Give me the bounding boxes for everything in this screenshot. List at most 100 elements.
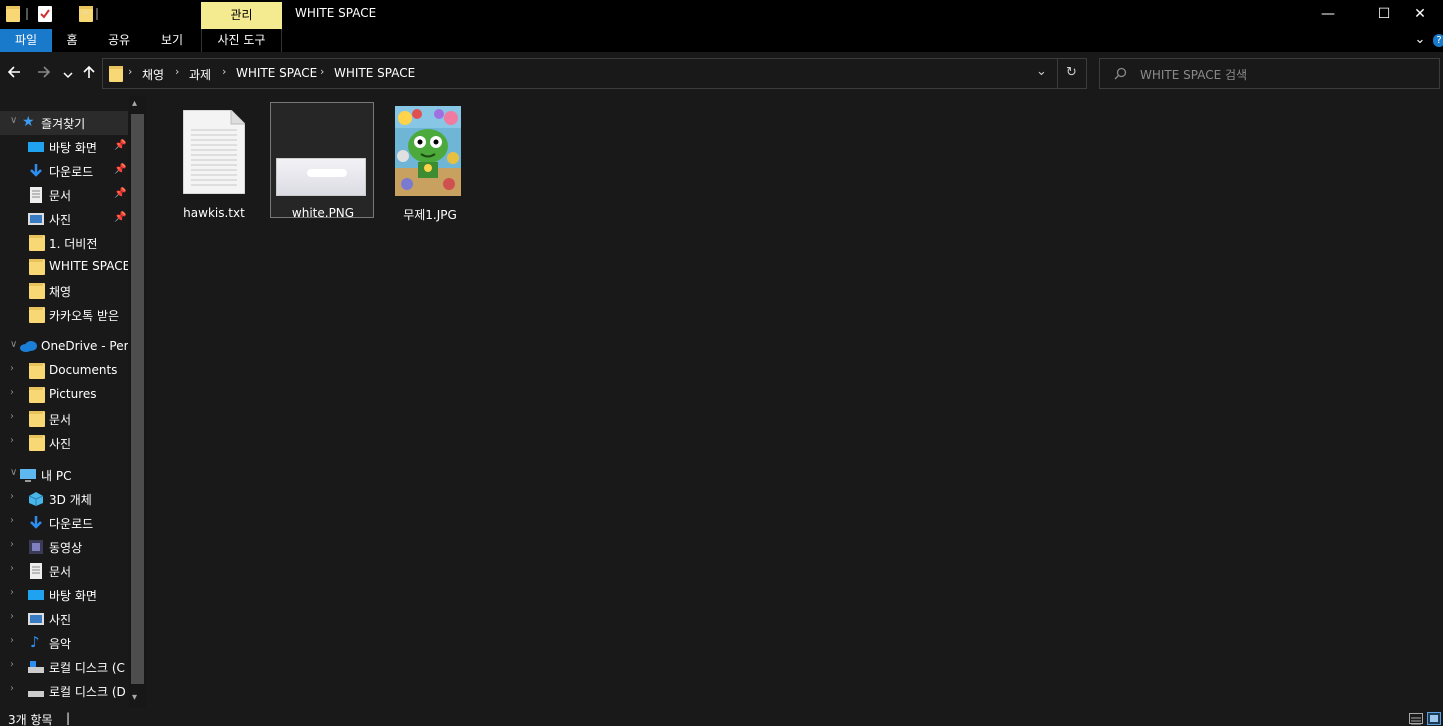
folder-icon — [29, 363, 45, 379]
nav-item-downloads[interactable]: › 다운로드 — [0, 511, 128, 535]
address-bar[interactable]: › 채영 › 과제 › WHITE SPACE › WHITE SPACE ⌄ … — [102, 58, 1087, 89]
nav-label: 문서 — [49, 413, 72, 427]
nav-item-documents[interactable]: › 문서 — [0, 559, 128, 583]
scroll-thumb[interactable] — [131, 114, 144, 684]
nav-label: 바탕 화면 — [49, 141, 97, 155]
nav-item-music[interactable]: › ♪ 음악 — [0, 631, 128, 655]
chevron-right-icon[interactable]: › — [10, 659, 14, 670]
chevron-right-icon[interactable]: › — [10, 539, 14, 550]
nav-item-folder[interactable]: › 사진 — [0, 431, 128, 455]
nav-item-folder[interactable]: 채영 — [0, 279, 128, 303]
chevron-right-icon[interactable]: › — [10, 635, 14, 646]
chevron-down-icon[interactable]: ∨ — [10, 115, 17, 126]
file-name: white.PNG — [291, 206, 355, 220]
nav-this-pc[interactable]: ∨ 내 PC — [0, 463, 128, 487]
file-item[interactable]: hawkis.txt — [162, 102, 266, 220]
chevron-right-icon[interactable]: › — [175, 65, 179, 78]
nav-label: 1. 더비전 — [49, 237, 98, 251]
chevron-right-icon[interactable]: › — [10, 491, 14, 502]
chevron-right-icon[interactable]: › — [10, 387, 14, 398]
breadcrumb-item[interactable]: 과제 — [189, 66, 211, 83]
search-input[interactable]: WHITE SPACE 검색 — [1140, 66, 1247, 83]
nav-label: 사진 — [49, 213, 72, 227]
scroll-down-icon[interactable]: ▾ — [132, 692, 137, 703]
file-item-selected[interactable]: white.PNG — [270, 102, 374, 220]
tab-view[interactable]: 보기 — [151, 29, 193, 52]
chevron-down-icon[interactable]: ∨ — [10, 467, 17, 478]
recent-locations-icon[interactable] — [63, 65, 73, 84]
pin-icon[interactable]: 📌 — [114, 164, 126, 175]
navpane-scrollbar[interactable]: ▴ ▾ — [129, 96, 146, 708]
nav-quick-access[interactable]: ∨ ★ 즐겨찾기 — [0, 111, 128, 135]
nav-item-3d-objects[interactable]: › 3D 개체 — [0, 487, 128, 511]
navigation-pane: ∨ ★ 즐겨찾기 바탕 화면 📌 다운로드 📌 문서 📌 사진 📌 1. 더비전… — [0, 96, 146, 708]
chevron-right-icon[interactable]: › — [320, 65, 324, 78]
chevron-down-icon[interactable]: ∨ — [10, 339, 17, 350]
forward-icon[interactable] — [37, 64, 51, 83]
chevron-right-icon[interactable]: › — [10, 563, 14, 574]
nav-label: Documents — [49, 363, 118, 377]
nav-label: 사진 — [49, 437, 72, 451]
address-dropdown-icon[interactable]: ⌄ — [1036, 64, 1047, 79]
chevron-right-icon[interactable]: › — [10, 587, 14, 598]
close-button[interactable]: ✕ — [1397, 0, 1443, 29]
nav-item-folder[interactable]: › Documents — [0, 359, 128, 383]
nav-onedrive[interactable]: ∨ OneDrive - Perso — [0, 335, 128, 359]
nav-item-downloads[interactable]: 다운로드 📌 — [0, 159, 128, 183]
minimize-button[interactable]: — — [1305, 0, 1351, 29]
details-view-icon[interactable] — [1409, 713, 1423, 725]
refresh-icon[interactable]: ↻ — [1066, 65, 1077, 80]
large-icons-view-icon[interactable] — [1427, 712, 1441, 725]
qat-dropdown-icon[interactable]: ⌄ — [81, 6, 89, 17]
chevron-right-icon[interactable]: › — [10, 611, 14, 622]
nav-label: 사진 — [49, 613, 72, 627]
text-file-icon — [182, 109, 246, 195]
chevron-right-icon[interactable]: › — [10, 363, 14, 374]
help-icon[interactable]: ? — [1433, 34, 1443, 47]
nav-item-videos[interactable]: › 동영상 — [0, 535, 128, 559]
breadcrumb-item[interactable]: WHITE SPACE — [334, 66, 415, 80]
folder-icon[interactable] — [6, 6, 20, 22]
tab-home[interactable]: 홈 — [56, 29, 88, 52]
back-icon[interactable] — [7, 64, 21, 83]
pin-icon[interactable]: 📌 — [114, 188, 126, 199]
nav-item-folder[interactable]: › Pictures — [0, 383, 128, 407]
chevron-right-icon[interactable]: › — [128, 65, 132, 78]
chevron-right-icon[interactable]: › — [10, 435, 14, 446]
nav-item-drive-d[interactable]: › 로컬 디스크 (D — [0, 679, 128, 703]
status-separator: | — [66, 711, 71, 725]
ribbon-expand-icon[interactable]: ⌄ — [1412, 29, 1428, 52]
nav-item-pictures[interactable]: › 사진 — [0, 607, 128, 631]
search-box[interactable]: WHITE SPACE 검색 — [1099, 58, 1440, 89]
properties-icon[interactable] — [38, 6, 52, 22]
tab-file[interactable]: 파일 — [0, 29, 52, 52]
nav-item-folder[interactable]: WHITE SPACE — [0, 255, 128, 279]
folder-icon — [29, 411, 45, 427]
context-tab-group-label: 관리 — [201, 2, 282, 29]
nav-item-folder[interactable]: 1. 더비전 — [0, 231, 128, 255]
download-icon — [28, 515, 44, 531]
pin-icon[interactable]: 📌 — [114, 140, 126, 151]
scroll-up-icon[interactable]: ▴ — [132, 98, 137, 109]
ribbon-tabs: 파일 홈 공유 보기 사진 도구 ⌄ ? — [0, 29, 1443, 52]
file-item[interactable]: 무제1.JPG — [378, 102, 482, 222]
chevron-right-icon[interactable]: › — [10, 411, 14, 422]
nav-item-folder[interactable]: › 문서 — [0, 407, 128, 431]
nav-item-folder[interactable]: 카카오톡 받은 — [0, 303, 128, 327]
nav-item-documents[interactable]: 문서 📌 — [0, 183, 128, 207]
tab-share[interactable]: 공유 — [99, 29, 139, 52]
chevron-right-icon[interactable]: › — [10, 683, 14, 694]
tab-picture-tools[interactable]: 사진 도구 — [201, 29, 282, 52]
breadcrumb-item[interactable]: 채영 — [142, 66, 164, 83]
nav-label: 문서 — [49, 189, 72, 203]
chevron-right-icon[interactable]: › — [222, 65, 226, 78]
drive-d-icon — [28, 683, 44, 699]
nav-item-pictures[interactable]: 사진 📌 — [0, 207, 128, 231]
pin-icon[interactable]: 📌 — [114, 212, 126, 223]
nav-item-desktop[interactable]: 바탕 화면 📌 — [0, 135, 128, 159]
nav-item-desktop[interactable]: › 바탕 화면 — [0, 583, 128, 607]
up-icon[interactable] — [82, 64, 96, 83]
chevron-right-icon[interactable]: › — [10, 515, 14, 526]
nav-item-drive-c[interactable]: › 로컬 디스크 (C — [0, 655, 128, 679]
breadcrumb-item[interactable]: WHITE SPACE — [236, 66, 317, 80]
